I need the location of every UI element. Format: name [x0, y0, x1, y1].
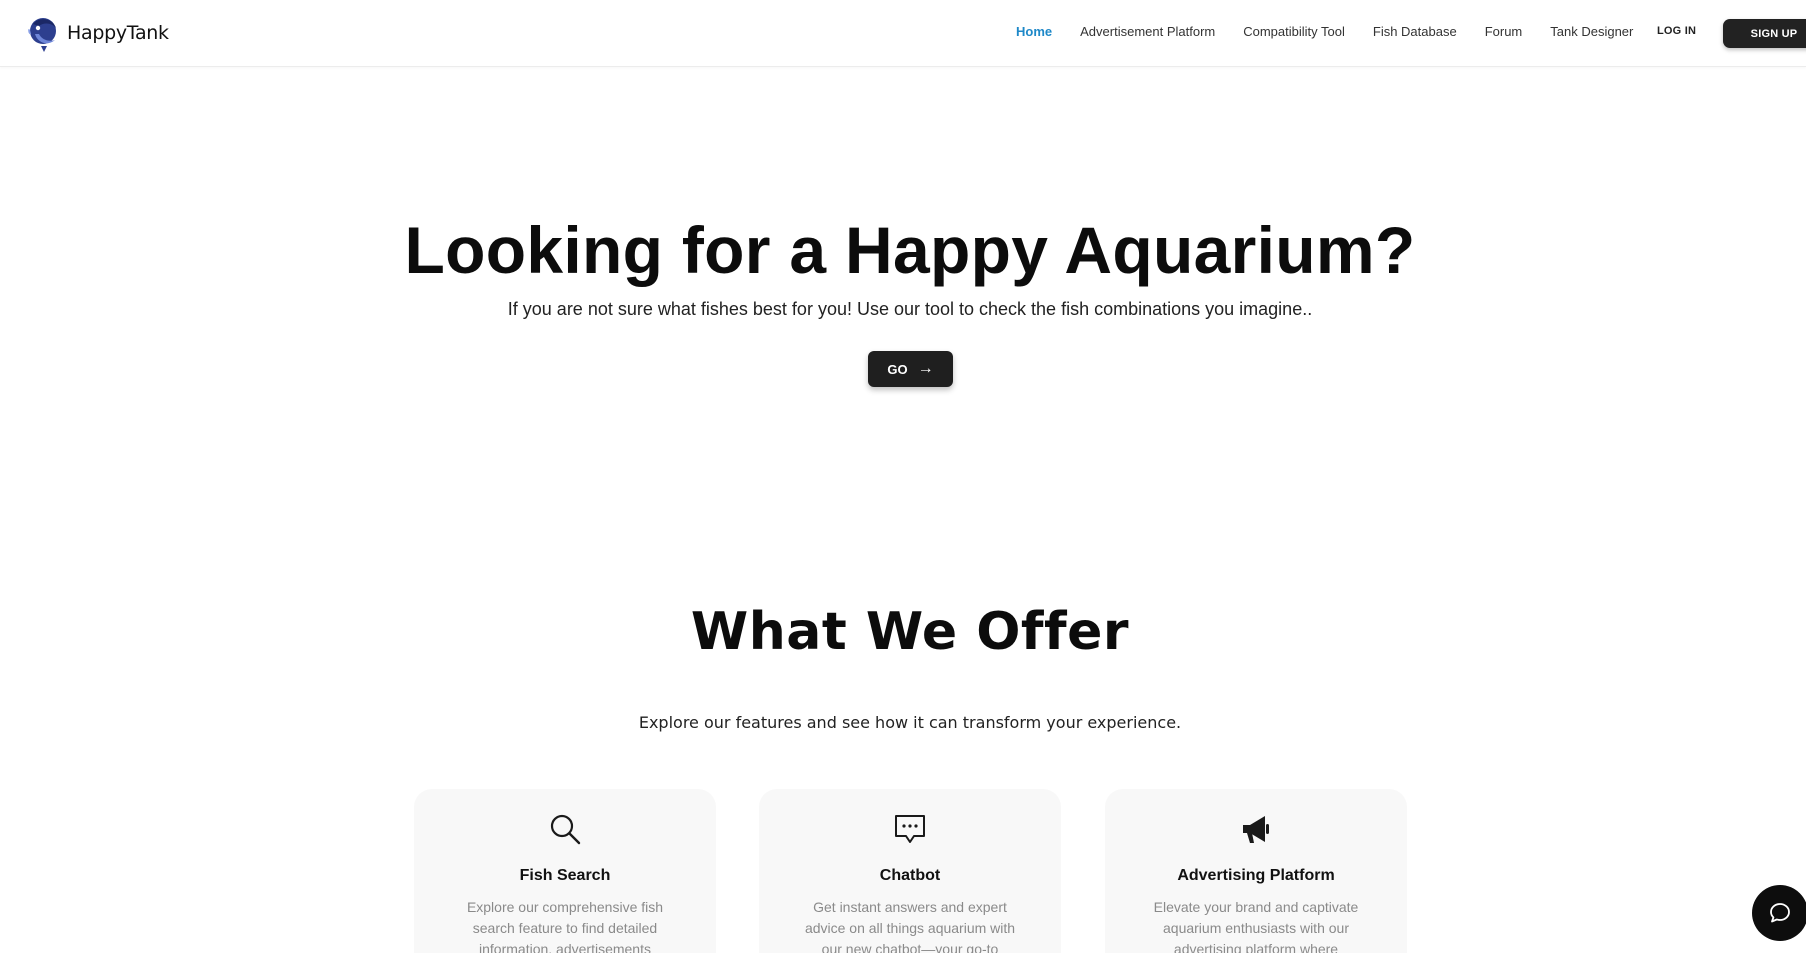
- offer-title: What We Offer: [690, 602, 1130, 662]
- signup-button[interactable]: SIGN UP: [1723, 19, 1806, 48]
- card-title: Fish Search: [519, 867, 611, 884]
- offer-subtitle: Explore our features and see how it can …: [638, 713, 1182, 732]
- go-button[interactable]: GO →: [868, 351, 953, 387]
- hero-title: Looking for a Happy Aquarium?: [404, 213, 1416, 287]
- card-text: Get instant answers and expert advice on…: [804, 899, 1016, 953]
- card-text: Explore our comprehensive fish search fe…: [466, 899, 664, 953]
- hero-subtitle: If you are not sure what fishes best for…: [507, 299, 1313, 319]
- nav-forum[interactable]: Forum: [1485, 24, 1523, 39]
- chat-widget-button[interactable]: [1752, 885, 1806, 941]
- feature-card-chatbot: Chatbot Get instant answers and expert a…: [759, 789, 1061, 953]
- feature-card-fish-search: Fish Search Explore our comprehensive fi…: [414, 789, 716, 953]
- card-title: Advertising Platform: [1177, 867, 1335, 884]
- card-text: Elevate your brand and captivate aquariu…: [1153, 899, 1359, 953]
- megaphone-icon: [1243, 816, 1269, 843]
- nav-home[interactable]: Home: [1016, 24, 1052, 39]
- chat-bubble-icon: [895, 815, 925, 843]
- fish-logo-icon: [28, 18, 56, 52]
- go-button-label: GO: [887, 361, 908, 377]
- brand-name: HappyTank: [67, 22, 169, 44]
- brand-home-link[interactable]: HappyTank: [27, 14, 169, 52]
- login-button[interactable]: LOG IN: [1657, 25, 1696, 37]
- search-icon: [550, 814, 581, 845]
- card-title: Chatbot: [879, 867, 941, 884]
- chat-icon: [1770, 903, 1790, 923]
- nav-advertisement-platform[interactable]: Advertisement Platform: [1080, 24, 1215, 39]
- nav-tank-designer[interactable]: Tank Designer: [1550, 24, 1633, 39]
- arrow-right-icon: →: [917, 360, 934, 377]
- nav-fish-database[interactable]: Fish Database: [1373, 24, 1457, 39]
- nav-compatibility-tool[interactable]: Compatibility Tool: [1243, 24, 1345, 39]
- feature-card-advertising-platform: Advertising Platform Elevate your brand …: [1105, 789, 1407, 953]
- site-header: HappyTank Home Advertisement Platform Co…: [0, 0, 1806, 67]
- main-nav: Home Advertisement Platform Compatibilit…: [1016, 24, 1661, 39]
